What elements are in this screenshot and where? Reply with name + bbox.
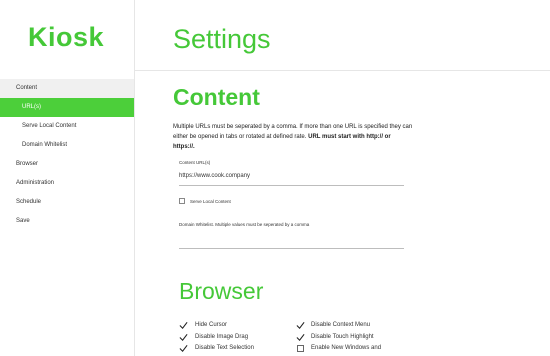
disable-context-menu-check-icon[interactable]	[296, 321, 305, 330]
sidebar-item-administration[interactable]: Administration	[0, 174, 134, 193]
url-input-underline	[179, 185, 404, 186]
option-hide-cursor: Hide Cursor	[195, 322, 228, 328]
sidebar-item-content[interactable]: Content	[0, 79, 134, 98]
whitelist-field-label: Domain Whitelist. Multiple values must b…	[179, 222, 310, 227]
sidebar-item-save[interactable]: Save	[0, 212, 134, 231]
option-disable-context-menu: Disable Context Menu	[311, 322, 371, 328]
sidebar: Kiosk Content URL(s) Serve Local Content…	[0, 0, 135, 356]
browser-heading: Browser	[179, 278, 264, 304]
whitelist-input[interactable]	[179, 248, 404, 249]
sidebar-item-schedule[interactable]: Schedule	[0, 193, 134, 212]
sidebar-item-browser[interactable]: Browser	[0, 155, 134, 174]
sidebar-item-domain-whitelist[interactable]: Domain Whitelist	[0, 136, 134, 155]
sidebar-nav: Content URL(s) Serve Local Content Domai…	[0, 79, 134, 231]
url-field-label: Content URL(s)	[179, 160, 211, 165]
serve-local-checkbox[interactable]	[179, 198, 185, 204]
option-disable-text-selection: Disable Text Selection	[195, 345, 254, 351]
enable-new-windows-checkbox[interactable]	[297, 345, 304, 352]
serve-local-label: Serve Local Content	[190, 199, 231, 204]
content-description: Multiple URLs must be seperated by a com…	[173, 122, 413, 152]
option-disable-image-drag: Disable Image Drag	[195, 334, 249, 340]
disable-touch-highlight-check-icon[interactable]	[296, 333, 305, 342]
sidebar-item-serve-local-content[interactable]: Serve Local Content	[0, 117, 134, 136]
option-disable-touch-highlight: Disable Touch Highlight	[311, 334, 374, 340]
option-enable-new-windows: Enable New Windows and	[311, 345, 382, 351]
url-input[interactable]: https://www.cook.company	[179, 173, 250, 179]
page-header: Settings	[135, 0, 550, 71]
sidebar-item-urls[interactable]: URL(s)	[0, 98, 134, 117]
disable-text-selection-check-icon[interactable]	[179, 344, 188, 353]
hide-cursor-check-icon[interactable]	[179, 321, 188, 330]
disable-image-drag-check-icon[interactable]	[179, 333, 188, 342]
page-title: Settings	[173, 24, 271, 54]
app-logo: Kiosk	[28, 22, 105, 52]
content-heading: Content	[173, 84, 260, 110]
